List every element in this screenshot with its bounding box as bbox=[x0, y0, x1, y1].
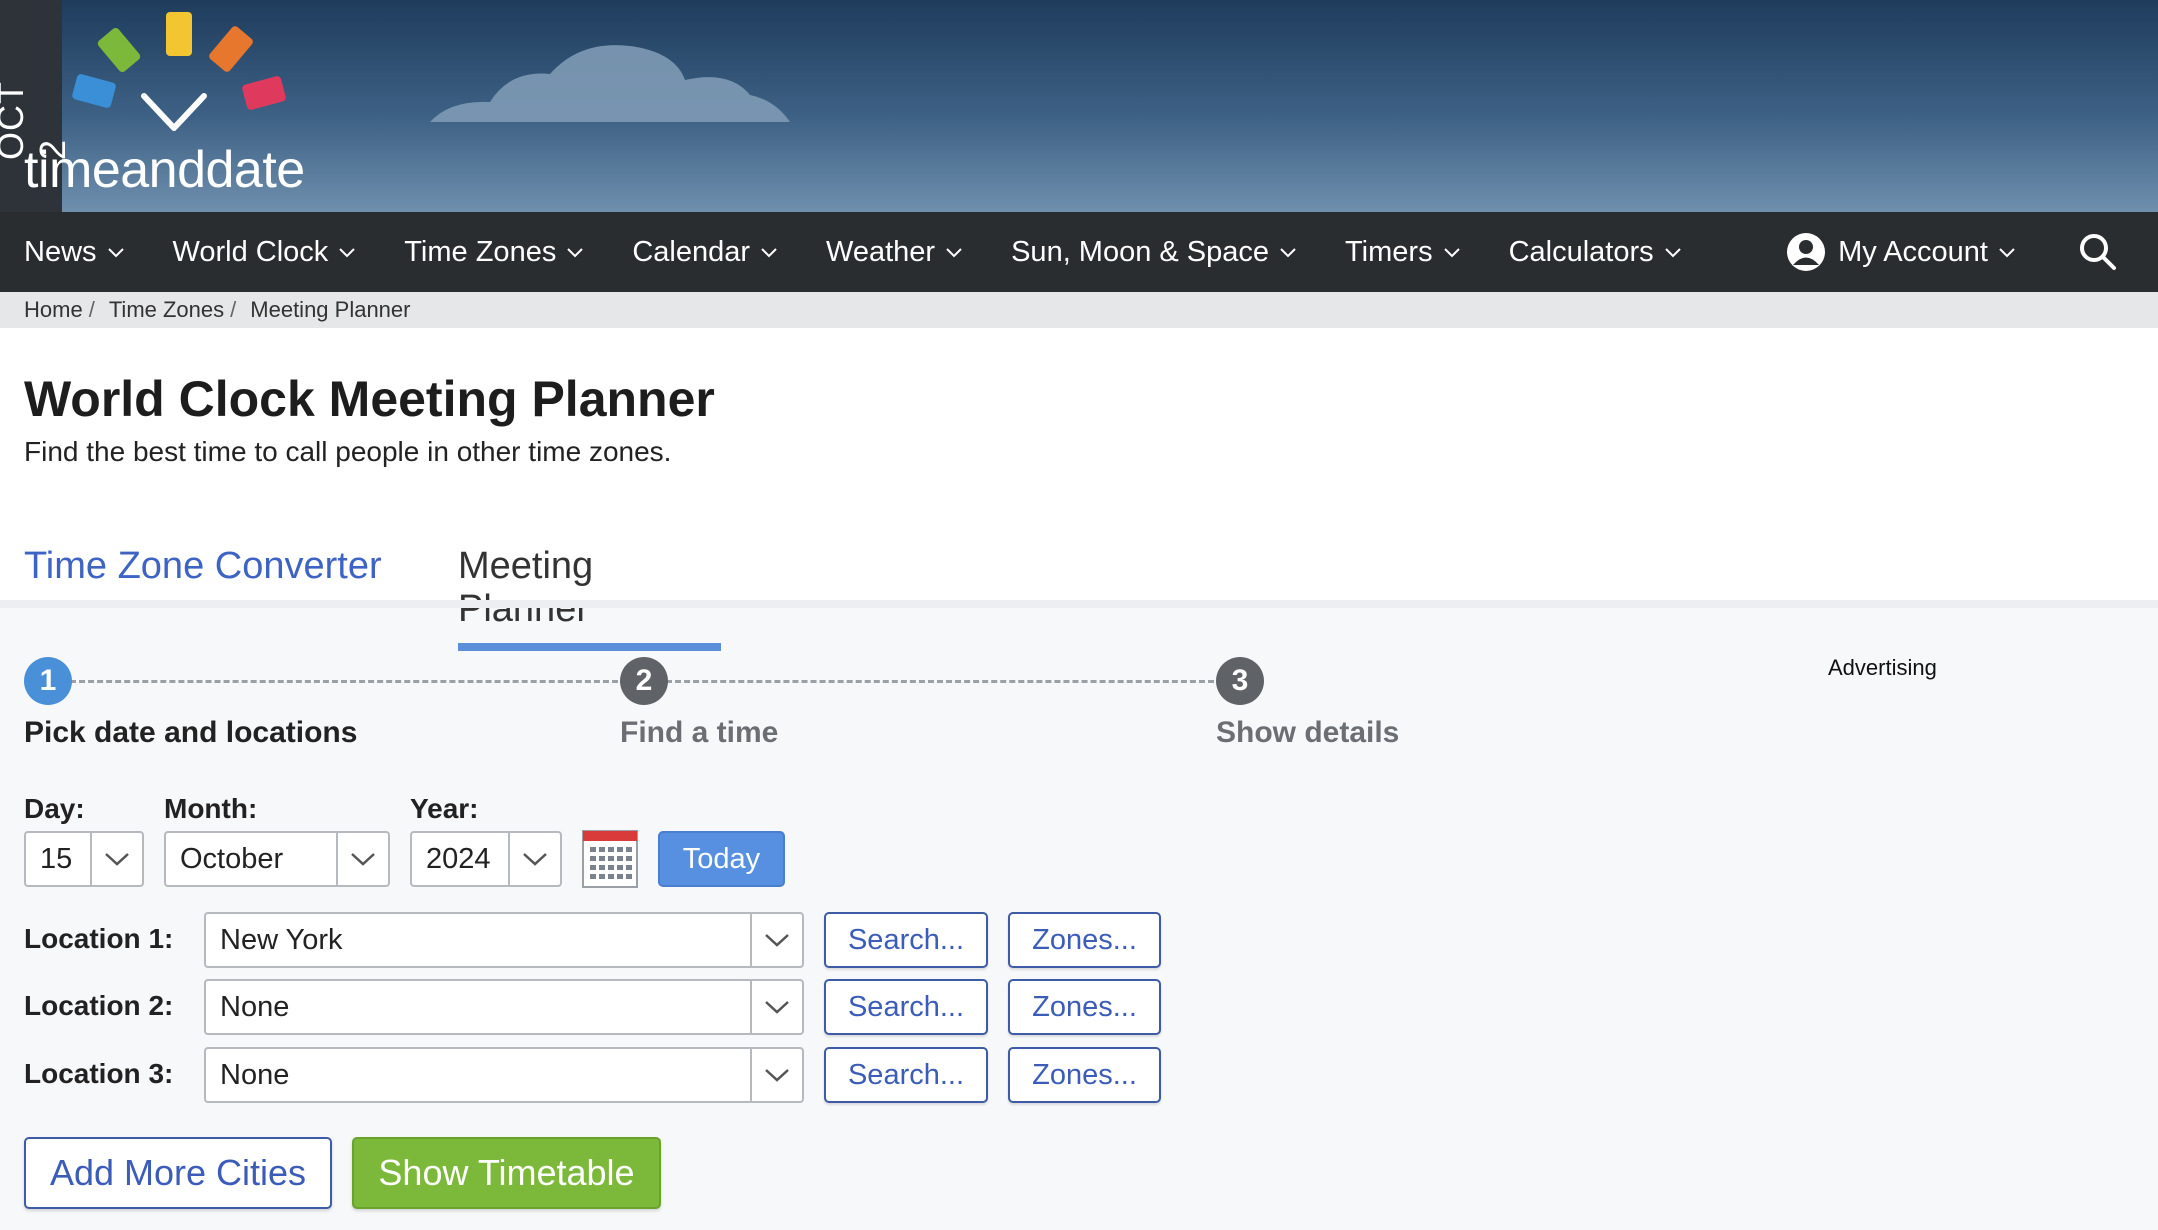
location-1-value: New York bbox=[220, 923, 343, 956]
search-button[interactable] bbox=[2068, 212, 2128, 292]
location-2-search-button[interactable]: Search... bbox=[824, 979, 988, 1035]
location-2-zones-button[interactable]: Zones... bbox=[1008, 979, 1161, 1035]
chevron-down-icon bbox=[336, 833, 388, 885]
chevron-down-icon bbox=[1999, 248, 2015, 258]
nav-item-calculators[interactable]: Calculators bbox=[1485, 212, 1706, 292]
page-subtitle: Find the best time to call people in oth… bbox=[24, 436, 672, 467]
my-account-button[interactable]: My Account bbox=[1786, 232, 2068, 272]
chevron-down-icon bbox=[567, 248, 584, 258]
breadcrumb-time-zones[interactable]: Time Zones bbox=[109, 297, 224, 323]
main-nav: News World Clock Time Zones Calendar Wea… bbox=[0, 212, 2158, 292]
chevron-down-icon bbox=[750, 981, 802, 1033]
nav-item-time-zones[interactable]: Time Zones bbox=[380, 212, 608, 292]
nav-item-label: Sun, Moon & Space bbox=[1011, 235, 1270, 268]
location-1-zones-button[interactable]: Zones... bbox=[1008, 912, 1161, 968]
year-value: 2024 bbox=[426, 842, 491, 875]
nav-item-label: Weather bbox=[826, 235, 936, 268]
tab-time-zone-converter[interactable]: Time Zone Converter bbox=[24, 545, 382, 602]
location-3-search-button[interactable]: Search... bbox=[824, 1047, 988, 1103]
step-1-circle: 1 bbox=[24, 657, 72, 705]
step-1-label: Pick date and locations bbox=[24, 716, 358, 749]
user-icon bbox=[1787, 233, 1826, 271]
nav-item-label: Time Zones bbox=[404, 235, 557, 268]
nav-item-sun-moon-space[interactable]: Sun, Moon & Space bbox=[987, 212, 1321, 292]
chevron-down-icon bbox=[761, 248, 777, 258]
nav-item-world-clock[interactable]: World Clock bbox=[149, 212, 381, 292]
year-select[interactable]: 2024 bbox=[410, 831, 562, 887]
add-more-cities-button[interactable]: Add More Cities bbox=[24, 1137, 332, 1209]
breadcrumb: Home / Time Zones / Meeting Planner bbox=[0, 292, 2158, 328]
month-label: Month: bbox=[164, 793, 258, 824]
step-2-label: Find a time bbox=[620, 716, 779, 749]
year-label: Year: bbox=[410, 793, 479, 824]
nav-item-label: Calendar bbox=[632, 235, 751, 268]
chevron-down-icon bbox=[339, 248, 356, 258]
day-value: 15 bbox=[40, 842, 73, 875]
advertising-label: Advertising bbox=[1828, 655, 1937, 680]
location-3-value: None bbox=[220, 1058, 290, 1091]
nav-item-label: World Clock bbox=[172, 235, 329, 268]
breadcrumb-home[interactable]: Home bbox=[24, 297, 83, 323]
nav-item-weather[interactable]: Weather bbox=[802, 212, 987, 292]
header-banner: OCT 2 timeanddate bbox=[0, 0, 2158, 212]
show-timetable-button[interactable]: Show Timetable bbox=[352, 1137, 661, 1209]
chevron-down-icon bbox=[1664, 248, 1681, 258]
month-select[interactable]: October bbox=[164, 831, 390, 887]
day-label: Day: bbox=[24, 793, 85, 824]
location-2-select[interactable]: None bbox=[204, 979, 804, 1035]
breadcrumb-separator: / bbox=[230, 297, 237, 322]
location-1-label: Location 1: bbox=[24, 923, 174, 954]
month-value: October bbox=[180, 842, 284, 875]
chevron-down-icon bbox=[107, 248, 124, 258]
today-button[interactable]: Today bbox=[658, 831, 785, 887]
day-select[interactable]: 15 bbox=[24, 831, 144, 887]
location-3-label: Location 3: bbox=[24, 1058, 174, 1089]
step-2-circle: 2 bbox=[620, 657, 668, 705]
chevron-down-icon bbox=[946, 248, 962, 258]
breadcrumb-meeting-planner[interactable]: Meeting Planner bbox=[250, 297, 410, 323]
chevron-down-icon bbox=[1280, 248, 1296, 258]
step-connector bbox=[70, 680, 618, 683]
step-connector bbox=[666, 680, 1214, 683]
logo-icon bbox=[72, 12, 286, 131]
chevron-down-icon bbox=[1443, 248, 1460, 258]
step-3-label: Show details bbox=[1216, 716, 1400, 749]
step-3-circle: 3 bbox=[1216, 657, 1264, 705]
location-3-zones-button[interactable]: Zones... bbox=[1008, 1047, 1161, 1103]
breadcrumb-separator: / bbox=[88, 297, 95, 322]
nav-item-timers[interactable]: Timers bbox=[1321, 212, 1485, 292]
nav-right: My Account bbox=[1786, 212, 2158, 292]
nav-item-calendar[interactable]: Calendar bbox=[608, 212, 802, 292]
nav-item-label: Timers bbox=[1345, 235, 1433, 268]
nav-item-news[interactable]: News bbox=[0, 212, 149, 292]
page-title: World Clock Meeting Planner bbox=[24, 371, 715, 427]
chevron-down-icon bbox=[750, 914, 802, 966]
search-icon bbox=[2080, 234, 2116, 270]
chevron-down-icon bbox=[508, 833, 560, 885]
logo-text[interactable]: timeanddate bbox=[24, 140, 305, 200]
location-1-search-button[interactable]: Search... bbox=[824, 912, 988, 968]
tab-divider bbox=[0, 600, 2158, 608]
cloud-graphic bbox=[430, 45, 790, 122]
location-3-select[interactable]: None bbox=[204, 1047, 804, 1103]
my-account-label: My Account bbox=[1838, 235, 1988, 268]
nav-item-label: News bbox=[24, 235, 97, 268]
tab-meeting-planner[interactable]: Meeting Planner bbox=[458, 545, 721, 651]
location-1-select[interactable]: New York bbox=[204, 912, 804, 968]
calendar-icon[interactable] bbox=[582, 830, 638, 888]
nav-item-label: Calculators bbox=[1508, 235, 1654, 268]
chevron-down-icon bbox=[750, 1049, 802, 1101]
location-2-label: Location 2: bbox=[24, 990, 174, 1021]
location-2-value: None bbox=[220, 990, 290, 1023]
chevron-down-icon bbox=[90, 833, 142, 885]
